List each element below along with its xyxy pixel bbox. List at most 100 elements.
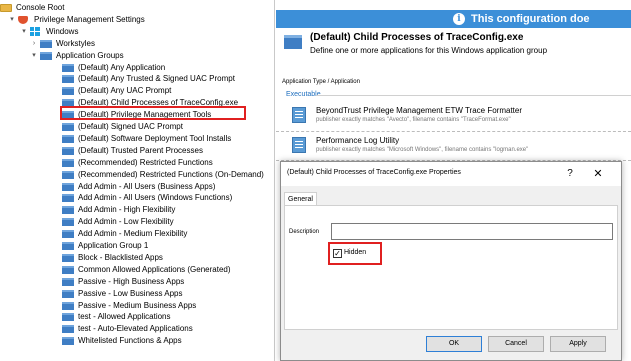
tree-node[interactable]: (Recommended) Restricted Functions (On-D… [0, 169, 270, 180]
tree-node-label: (Recommended) Restricted Functions (On-D… [78, 169, 264, 179]
tree-node[interactable]: Passive - Medium Business Apps [0, 300, 270, 311]
tree-node-label: Add Admin - High Flexibility [78, 205, 176, 215]
folder-icon [0, 4, 12, 12]
chevron-down-icon[interactable]: ▾ [30, 50, 38, 61]
tree-node-label: Workstyles [56, 38, 95, 48]
tree-node[interactable]: (Default) Signed UAC Prompt [0, 121, 270, 132]
tree-node-label: (Default) Any Application [78, 62, 166, 72]
tree-node[interactable]: Passive - Low Business Apps [0, 288, 270, 299]
apply-button[interactable]: Apply [550, 336, 606, 352]
tree-node[interactable]: Add Admin - All Users (Windows Functions… [0, 192, 270, 203]
tree-node[interactable]: Add Admin - Medium Flexibility [0, 228, 270, 239]
info-icon: i [453, 13, 465, 25]
properties-dialog: (Default) Child Processes of TraceConfig… [280, 161, 622, 361]
tree-node-label: test - Auto-Elevated Applications [78, 324, 193, 334]
blue-folder-icon [40, 51, 52, 60]
tree-node[interactable]: Application Group 1 [0, 240, 270, 251]
tree-node-label: (Default) Signed UAC Prompt [78, 122, 183, 131]
blue-folder-icon [62, 277, 74, 286]
tab-general[interactable]: General [284, 192, 317, 206]
hidden-label[interactable]: Hidden [344, 249, 366, 256]
tree-node-label: (Default) Any Trusted & Signed UAC Promp… [78, 74, 235, 84]
tree-node-label: test - Allowed Applications [78, 312, 171, 322]
help-button[interactable]: ? [562, 166, 578, 182]
dialog-titlebar[interactable]: (Default) Child Processes of TraceConfig… [281, 162, 621, 186]
chevron-down-icon[interactable]: ▾ [8, 14, 16, 25]
tree-node[interactable]: (Default) Software Deployment Tool Insta… [0, 133, 270, 144]
tree-node[interactable]: (Default) Any Application [0, 62, 270, 73]
tree-node-label: (Default) Software Deployment Tool Insta… [78, 133, 232, 143]
app-name: BeyondTrust Privilege Management ETW Tra… [316, 106, 522, 115]
blue-folder-icon [62, 206, 74, 215]
tree-node-label: Add Admin - Medium Flexibility [78, 229, 188, 239]
info-bar: i This configuration doe [276, 10, 631, 28]
tree-node[interactable]: (Default) Any UAC Prompt [0, 85, 270, 96]
tree-node[interactable]: (Default) Any Trusted & Signed UAC Promp… [0, 73, 270, 84]
tree-node[interactable]: Add Admin - High Flexibility [0, 204, 270, 215]
description-input[interactable] [331, 223, 613, 240]
blue-folder-icon [62, 289, 74, 298]
tree-pane[interactable]: Console Root ▾ Privilege Management Settin… [0, 0, 275, 361]
blue-folder-icon [62, 134, 74, 143]
group-description: Define one or more applications for this… [310, 46, 548, 55]
group-header: (Default) Child Processes of TraceConfig… [276, 29, 631, 65]
tree-node-label: (Default) Trusted Parent Processes [78, 145, 203, 155]
blue-folder-icon [62, 242, 74, 250]
tree-node[interactable]: Common Allowed Applications (Generated) [0, 264, 270, 275]
group-title: (Default) Child Processes of TraceConfig… [310, 32, 524, 43]
blue-folder-icon [62, 265, 74, 274]
app-name: Performance Log Utility [316, 136, 400, 145]
selected-node-highlight-box [60, 106, 246, 120]
shield-icon [18, 15, 28, 24]
tree-node-label: Whitelisted Functions & Apps [78, 336, 182, 346]
tree-node[interactable]: ▾ Application Groups [0, 50, 270, 61]
tree-node[interactable]: Console Root [0, 2, 270, 13]
tree-node-label: Passive - Medium Business Apps [78, 300, 197, 310]
tree-node[interactable]: Add Admin - All Users (Business Apps) [0, 181, 270, 192]
tree-node[interactable]: test - Allowed Applications [0, 311, 270, 322]
tree-node[interactable]: Whitelisted Functions & Apps [0, 335, 270, 346]
tree-node[interactable]: › Workstyles [0, 38, 270, 49]
blue-folder-icon [62, 158, 74, 167]
app-match-rule: publisher exactly matches "Microsoft Win… [316, 147, 529, 153]
tree-node-label: Passive - Low Business Apps [78, 288, 183, 298]
hidden-checkbox[interactable]: ✓ [333, 249, 342, 258]
tree-node[interactable]: (Recommended) Restricted Functions [0, 157, 270, 168]
tree-node[interactable]: Block - Blacklisted Apps [0, 252, 270, 263]
tree-node-label: Common Allowed Applications (Generated) [78, 264, 231, 274]
tree-node-label: Add Admin - All Users (Business Apps) [78, 181, 216, 191]
blue-folder-icon [62, 123, 74, 131]
tree-node[interactable]: Add Admin - Low Flexibility [0, 216, 270, 227]
section-divider [316, 95, 631, 96]
tree-node-label: Add Admin - All Users (Windows Functions… [78, 193, 233, 203]
cancel-button[interactable]: Cancel [488, 336, 544, 352]
tree-node-label: Add Admin - Low Flexibility [78, 217, 174, 227]
info-bar-text: This configuration doe [471, 13, 590, 25]
dialog-title: (Default) Child Processes of TraceConfig… [287, 169, 461, 176]
tree-node[interactable]: Passive - High Business Apps [0, 276, 270, 287]
close-button[interactable]: ✕ [590, 166, 606, 182]
tree-node[interactable]: test - Auto-Elevated Applications [0, 323, 270, 334]
blue-folder-icon [62, 75, 74, 84]
tree-node-label: Windows [46, 26, 79, 36]
tree-node[interactable]: ▾ Windows [0, 26, 270, 37]
tree-node-label: (Default) Any UAC Prompt [78, 86, 172, 96]
ok-button[interactable]: OK [426, 336, 482, 352]
app-list-item[interactable]: BeyondTrust Privilege Management ETW Tra… [286, 104, 631, 130]
tree-node-label: (Recommended) Restricted Functions [78, 157, 213, 167]
app-list-item[interactable]: Performance Log Utility publisher exactl… [286, 134, 631, 160]
blue-folder-icon [62, 87, 74, 96]
tree-node-label: Block - Blacklisted Apps [78, 252, 163, 262]
blue-folder-icon [62, 63, 74, 72]
blue-folder-icon [62, 253, 74, 262]
tree-node-label: Privilege Management Settings [34, 14, 145, 24]
tree-node[interactable]: (Default) Trusted Parent Processes [0, 145, 270, 156]
column-header[interactable]: Application Type / Application [282, 79, 360, 85]
blue-folder-icon [62, 194, 74, 203]
chevron-down-icon[interactable]: ▾ [20, 26, 28, 37]
row-divider [276, 131, 631, 132]
tree-node-label: Passive - High Business Apps [78, 276, 185, 286]
app-match-rule: publisher exactly matches "Avecto", file… [316, 117, 511, 123]
chevron-right-icon[interactable]: › [30, 38, 38, 49]
tree-node[interactable]: ▾ Privilege Management Settings [0, 14, 270, 25]
